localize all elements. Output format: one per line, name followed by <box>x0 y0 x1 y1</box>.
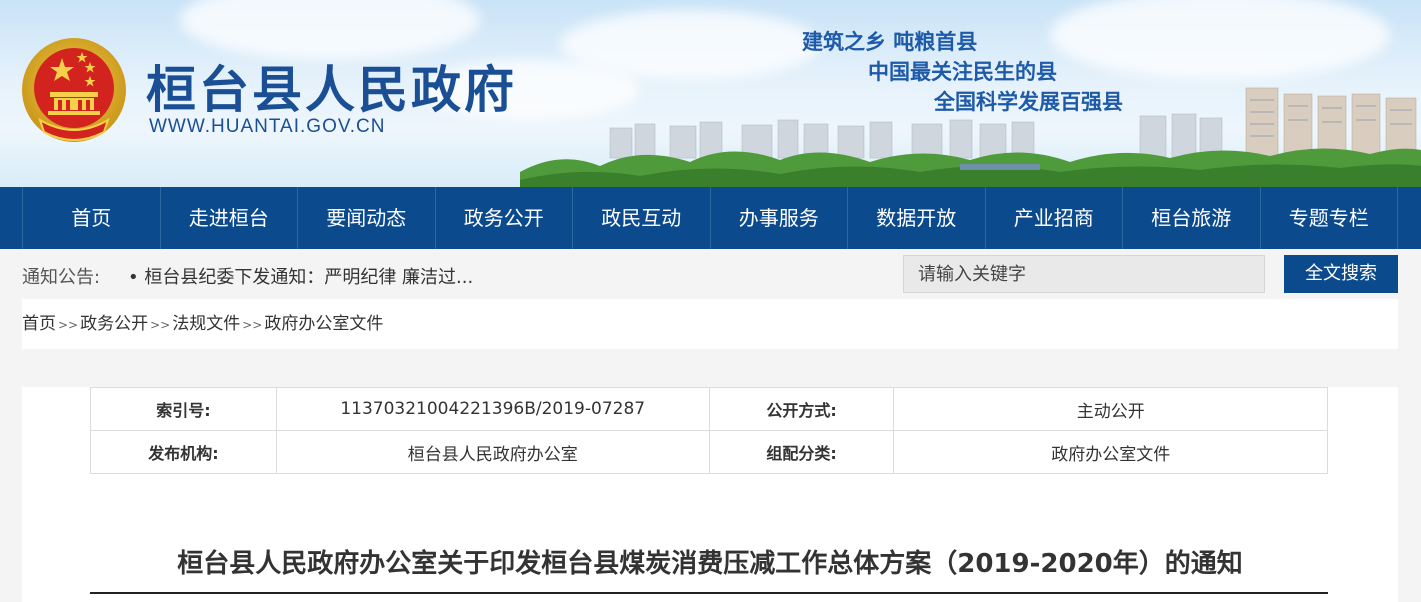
slogan-1: 建筑之乡 吨粮首县 <box>802 30 978 54</box>
breadcrumb: 首页 >> 政务公开 >> 法规文件 >> 政府办公室文件 <box>22 299 1398 349</box>
fulltext-search-button[interactable]: 全文搜索 <box>1284 255 1398 293</box>
breadcrumb-separator: >> <box>58 318 79 332</box>
nav-item-special-topics[interactable]: 专题专栏 <box>1261 187 1398 249</box>
category-value: 政府办公室文件 <box>893 430 1328 474</box>
national-emblem-icon <box>22 38 126 142</box>
nav-item-home[interactable]: 首页 <box>22 187 161 249</box>
breadcrumb-regulations[interactable]: 法规文件 <box>172 314 240 334</box>
disclosure-method-label: 公开方式: <box>708 387 895 431</box>
breadcrumb-separator: >> <box>150 318 171 332</box>
breadcrumb-gov-affairs[interactable]: 政务公开 <box>80 314 148 334</box>
main-nav: 首页 走进桓台 要闻动态 政务公开 政民互动 办事服务 数据开放 产业招商 桓台… <box>0 187 1421 249</box>
search-input[interactable] <box>903 255 1265 293</box>
nav-item-investment[interactable]: 产业招商 <box>986 187 1123 249</box>
nav-item-interaction[interactable]: 政民互动 <box>573 187 711 249</box>
notice-link[interactable]: • 桓台县纪委下发通知：严明纪律 廉洁过... <box>128 263 473 289</box>
nav-item-gov-affairs[interactable]: 政务公开 <box>436 187 573 249</box>
document-panel: 索引号: 11370321004221396B/2019-07287 公开方式:… <box>22 387 1398 602</box>
document-title: 桓台县人民政府办公室关于印发桓台县煤炭消费压减工作总体方案（2019-2020年… <box>177 549 1243 579</box>
index-number-label: 索引号: <box>90 387 277 431</box>
table-row: 索引号: 11370321004221396B/2019-07287 公开方式:… <box>90 387 1328 431</box>
site-title[interactable]: 桓台县人民政府 <box>146 50 517 122</box>
title-divider <box>90 592 1328 594</box>
city-skyline-image <box>520 87 1421 187</box>
nav-item-about[interactable]: 走进桓台 <box>161 187 298 249</box>
breadcrumb-office-docs[interactable]: 政府办公室文件 <box>264 314 383 334</box>
publishing-org-value: 桓台县人民政府办公室 <box>275 430 710 474</box>
notice-label: 通知公告: <box>22 267 101 288</box>
breadcrumb-home[interactable]: 首页 <box>22 314 56 334</box>
nav-item-tourism[interactable]: 桓台旅游 <box>1123 187 1261 249</box>
document-meta-table: 索引号: 11370321004221396B/2019-07287 公开方式:… <box>90 387 1328 474</box>
table-row: 发布机构: 桓台县人民政府办公室 组配分类: 政府办公室文件 <box>90 430 1328 474</box>
nav-item-services[interactable]: 办事服务 <box>711 187 848 249</box>
breadcrumb-separator: >> <box>242 318 263 332</box>
nav-item-open-data[interactable]: 数据开放 <box>848 187 986 249</box>
site-url[interactable]: WWW.HUANTAI.GOV.CN <box>149 116 386 138</box>
category-label: 组配分类: <box>708 430 895 474</box>
nav-item-news[interactable]: 要闻动态 <box>298 187 436 249</box>
header-banner: 桓台县人民政府 WWW.HUANTAI.GOV.CN 建筑之乡 吨粮首县 中国最… <box>0 0 1421 187</box>
disclosure-method-value: 主动公开 <box>893 387 1328 431</box>
publishing-org-label: 发布机构: <box>90 430 277 474</box>
index-number-value: 11370321004221396B/2019-07287 <box>275 387 710 431</box>
